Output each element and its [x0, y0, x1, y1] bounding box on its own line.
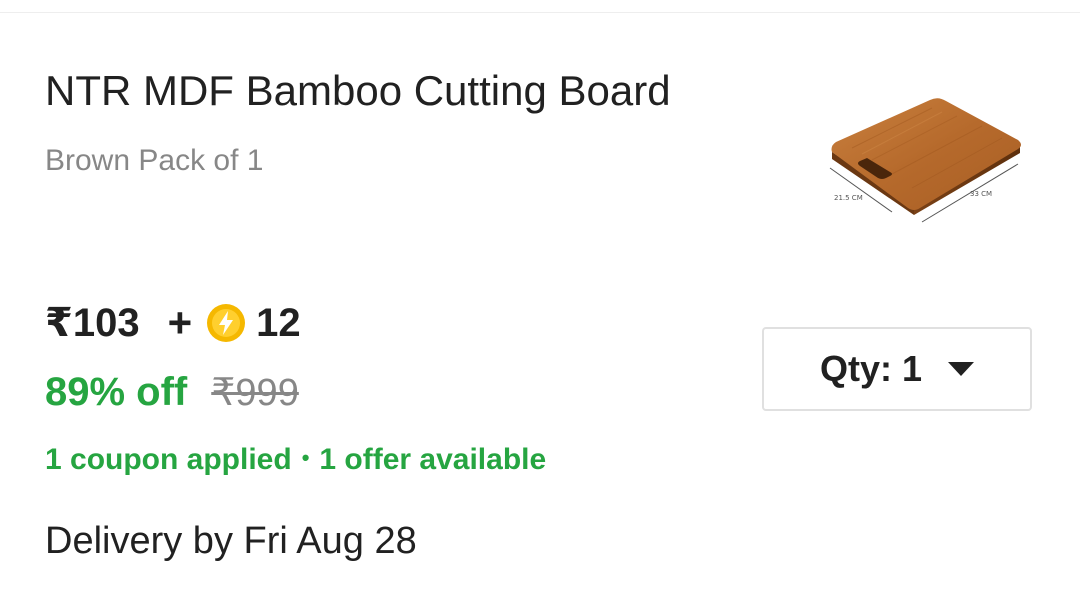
top-divider — [0, 12, 1080, 13]
offers-row[interactable]: 1 coupon applied • 1 offer available — [45, 441, 546, 481]
cutting-board-image[interactable]: 21.5 CM 33 CM — [822, 88, 1032, 228]
price-row: ₹103 + 12 — [45, 296, 301, 350]
quantity-value: 1 — [901, 348, 923, 389]
quantity-dropdown[interactable]: Qty: 1 — [762, 327, 1032, 411]
width-dimension-label: 21.5 CM — [834, 194, 863, 202]
product-title[interactable]: NTR MDF Bamboo Cutting Board — [45, 66, 671, 116]
discount-percent: 89% off — [45, 369, 188, 414]
selling-price: ₹103 — [45, 301, 140, 345]
chevron-down-icon — [948, 362, 975, 376]
product-variant: Brown Pack of 1 — [45, 144, 264, 177]
offer-separator: • — [301, 445, 310, 470]
quantity-label: Qty: — [819, 348, 892, 389]
supercoin-icon — [207, 304, 246, 342]
length-dimension-label: 33 CM — [970, 190, 992, 198]
plus-sign: + — [167, 299, 193, 346]
supercoin-count: 12 — [256, 300, 301, 345]
original-price: ₹999 — [211, 371, 299, 414]
coupon-applied-text[interactable]: 1 coupon applied — [45, 443, 292, 476]
offer-available-text[interactable]: 1 offer available — [319, 443, 546, 476]
discount-row: 89% off ₹999 — [45, 366, 299, 418]
delivery-date: Delivery by Fri Aug 28 — [45, 520, 417, 562]
